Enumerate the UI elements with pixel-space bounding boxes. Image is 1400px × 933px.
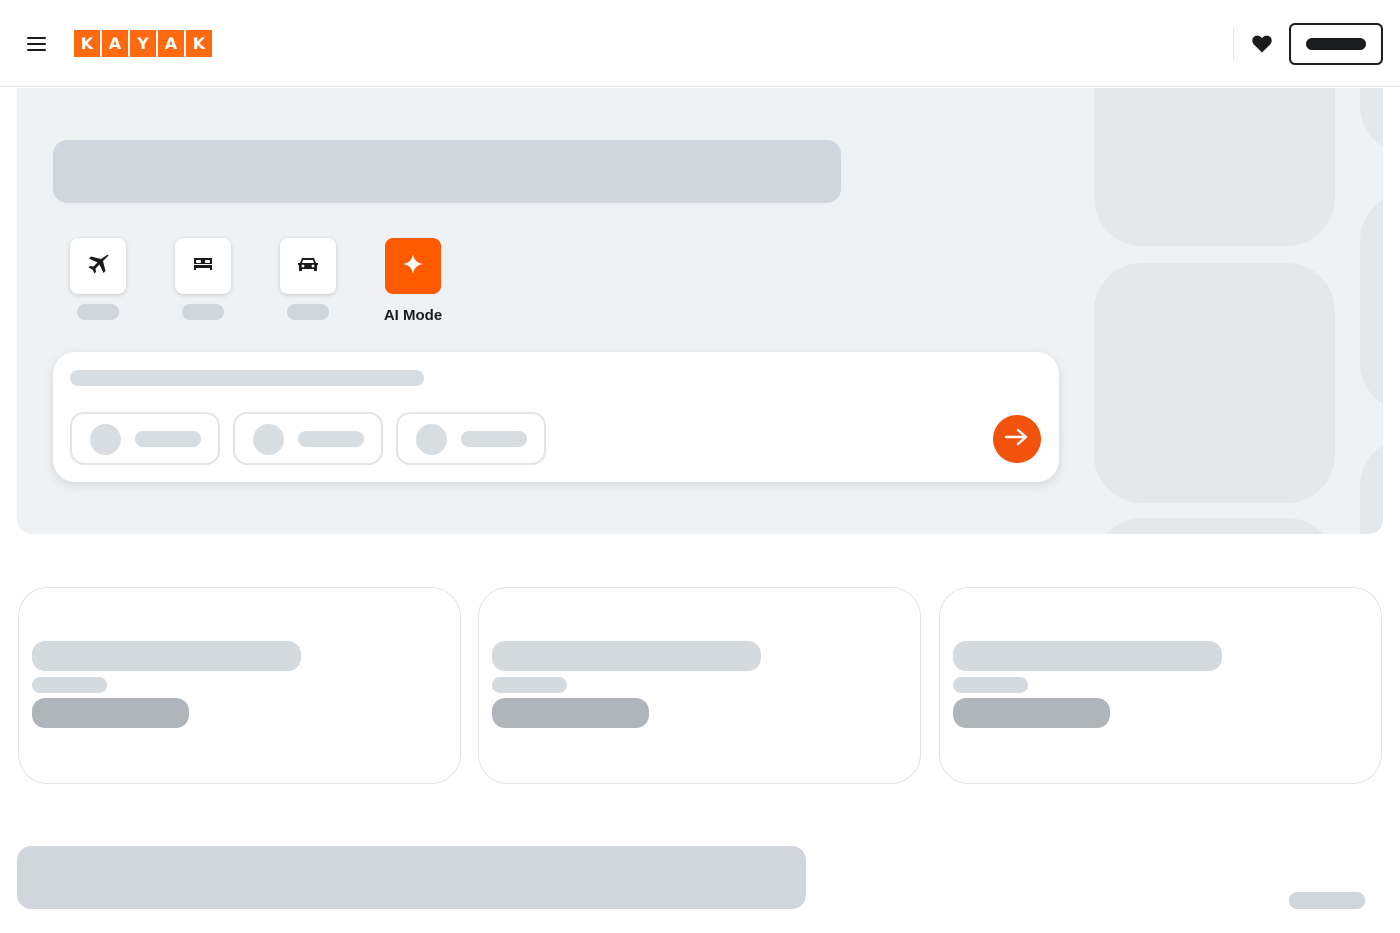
card-action-placeholder [953, 698, 1110, 728]
content-card[interactable] [478, 587, 921, 784]
top-header: K A Y A K [0, 0, 1400, 87]
arrow-right-icon [1004, 427, 1030, 452]
kayak-logo[interactable]: K A Y A K [74, 30, 212, 57]
card-title-placeholder [953, 641, 1222, 671]
content-card[interactable] [18, 587, 461, 784]
card-title-placeholder [492, 641, 761, 671]
header-divider [1233, 28, 1234, 60]
heart-icon[interactable] [1248, 30, 1276, 58]
search-form [53, 352, 1059, 482]
logo-letter: A [102, 30, 128, 57]
content-card[interactable] [939, 587, 1382, 784]
search-chip[interactable] [396, 412, 546, 465]
card-subtitle-placeholder [953, 677, 1028, 693]
search-chip[interactable] [233, 412, 383, 465]
sparkle-icon [402, 253, 424, 280]
vertical-tab-ai-mode[interactable]: AI Mode [384, 238, 442, 324]
logo-letter: Y [130, 30, 156, 57]
card-action-placeholder [32, 698, 189, 728]
search-chip[interactable] [70, 412, 220, 465]
vertical-label-placeholder [287, 304, 329, 320]
card-title-placeholder [32, 641, 301, 671]
hero-decor-shape [1360, 193, 1383, 411]
vertical-tab-stays[interactable] [175, 238, 231, 320]
logo-letter: K [186, 30, 212, 57]
logo-letter: A [158, 30, 184, 57]
logo-letter: K [74, 30, 100, 57]
vertical-tile[interactable] [175, 238, 231, 294]
vertical-tile[interactable] [385, 238, 441, 294]
hero-decor-shape [1360, 88, 1383, 154]
chip-label-placeholder [461, 431, 527, 447]
search-heading-placeholder [70, 370, 424, 386]
chip-label-placeholder [135, 431, 201, 447]
section-link-placeholder[interactable] [1289, 892, 1365, 909]
hero-decor-shape [1094, 518, 1335, 534]
card-action-placeholder [492, 698, 649, 728]
bed-icon [191, 252, 215, 281]
hamburger-menu-icon[interactable] [24, 32, 50, 56]
section-heading-placeholder [17, 846, 806, 909]
sign-in-label-placeholder [1306, 38, 1366, 50]
hero-decor-shape [1094, 88, 1335, 246]
chip-icon-placeholder [416, 424, 447, 455]
chip-label-placeholder [298, 431, 364, 447]
hero-decor-shape [1094, 263, 1335, 503]
card-subtitle-placeholder [492, 677, 567, 693]
vertical-label-placeholder [182, 304, 224, 320]
chip-icon-placeholder [90, 424, 121, 455]
card-subtitle-placeholder [32, 677, 107, 693]
vertical-tab-cars[interactable] [280, 238, 336, 320]
hero-section: AI Mode [17, 88, 1383, 534]
vertical-tile[interactable] [280, 238, 336, 294]
ai-mode-label: AI Mode [383, 307, 443, 324]
airplane-icon [86, 252, 110, 281]
vertical-label-placeholder [77, 304, 119, 320]
hero-decor-shape [1360, 438, 1383, 534]
sign-in-button[interactable] [1289, 23, 1383, 65]
search-submit-button[interactable] [993, 415, 1041, 463]
vertical-tile[interactable] [70, 238, 126, 294]
vertical-tab-flights[interactable] [70, 238, 126, 320]
hero-title-placeholder [53, 140, 841, 203]
car-icon [296, 252, 320, 281]
chip-icon-placeholder [253, 424, 284, 455]
